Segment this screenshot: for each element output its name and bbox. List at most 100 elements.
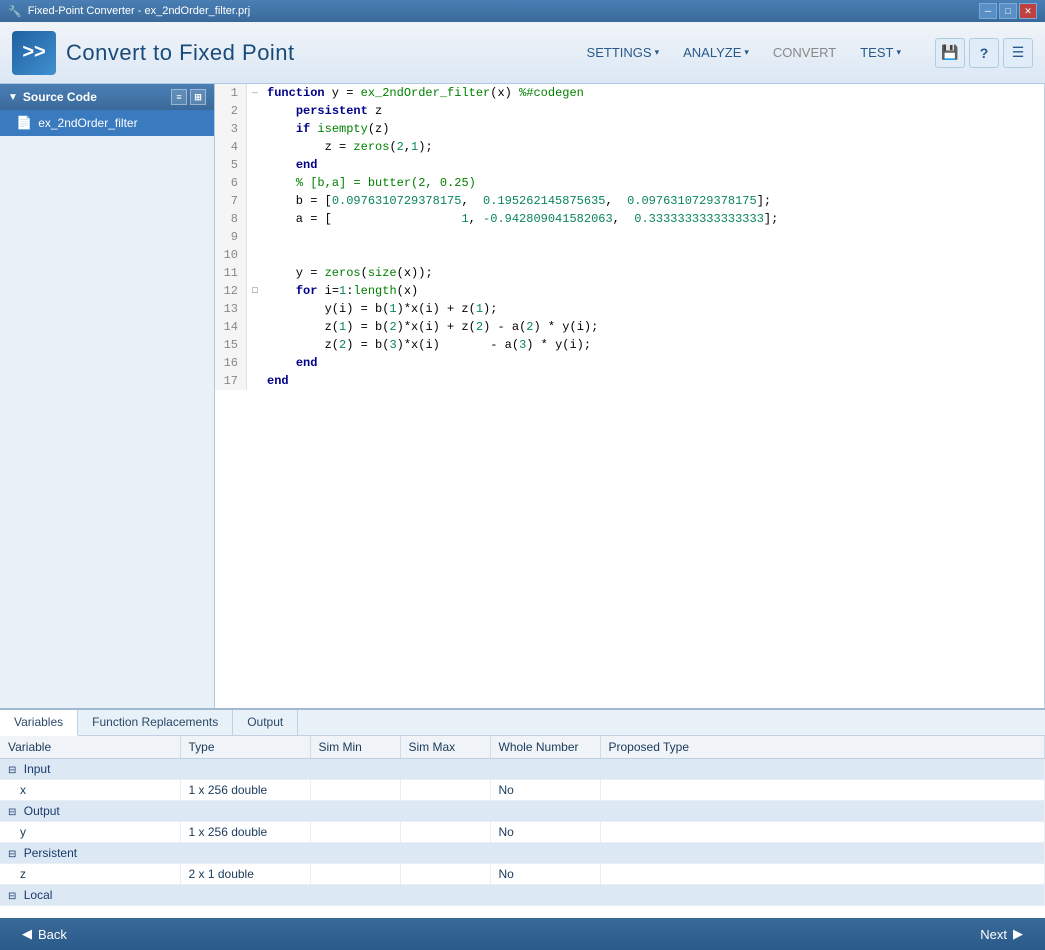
cell-wholenumber-z: No bbox=[490, 864, 600, 885]
line-collapse-5 bbox=[247, 156, 263, 174]
nav-test[interactable]: TEST ▾ bbox=[850, 39, 911, 66]
line-collapse-1: — bbox=[247, 84, 263, 102]
sidebar-item-filter[interactable]: 📄 ex_2ndOrder_filter bbox=[0, 110, 214, 136]
app-icon: 🔧 bbox=[8, 5, 22, 18]
line-collapse-13 bbox=[247, 300, 263, 318]
section-output-label: Output bbox=[24, 804, 60, 818]
line-collapse-6 bbox=[247, 174, 263, 192]
code-line-5: 5 end bbox=[215, 156, 1044, 174]
nav-convert: CONVERT bbox=[763, 39, 846, 66]
help-button[interactable]: ? bbox=[969, 38, 999, 68]
logo-arrows: >> bbox=[22, 41, 45, 64]
line-collapse-8 bbox=[247, 210, 263, 228]
menu-button[interactable]: ☰ bbox=[1003, 38, 1033, 68]
line-num-16: 16 bbox=[215, 354, 247, 372]
col-proposed-type: Proposed Type bbox=[600, 736, 1045, 759]
code-line-17: 17 end bbox=[215, 372, 1044, 390]
save-button[interactable]: 💾 bbox=[935, 38, 965, 68]
cell-var-z: z bbox=[0, 864, 180, 885]
sidebar-list-view-icon[interactable]: ≡ bbox=[171, 89, 187, 105]
cell-wholenumber-y: No bbox=[490, 822, 600, 843]
tab-function-replacements[interactable]: Function Replacements bbox=[78, 710, 233, 735]
tab-output[interactable]: Output bbox=[233, 710, 298, 735]
logo-icon: >> bbox=[12, 31, 56, 75]
cell-proposedtype-z bbox=[600, 864, 1045, 885]
line-collapse-17 bbox=[247, 372, 263, 390]
code-line-4: 4 z = zeros(2,1); bbox=[215, 138, 1044, 156]
nav-settings[interactable]: SETTINGS ▾ bbox=[577, 39, 670, 66]
line-num-15: 15 bbox=[215, 336, 247, 354]
cell-type-y: 1 x 256 double bbox=[180, 822, 310, 843]
title-bar-controls: ─ □ ✕ bbox=[979, 3, 1037, 19]
header: >> Convert to Fixed Point SETTINGS ▾ ANA… bbox=[0, 22, 1045, 84]
variables-table: Variable Type Sim Min Sim Max Whole Numb… bbox=[0, 736, 1045, 906]
close-button[interactable]: ✕ bbox=[1019, 3, 1037, 19]
line-collapse-16 bbox=[247, 354, 263, 372]
col-variable: Variable bbox=[0, 736, 180, 759]
bottom-table-wrap[interactable]: Variable Type Sim Min Sim Max Whole Numb… bbox=[0, 736, 1045, 918]
line-content-5: end bbox=[263, 156, 317, 174]
line-collapse-3 bbox=[247, 120, 263, 138]
line-content-3: if isempty(z) bbox=[263, 120, 389, 138]
line-content-8: a = [ 1, -0.942809041582063, 0.333333333… bbox=[263, 210, 778, 228]
bottom-tabs: Variables Function Replacements Output bbox=[0, 710, 1045, 736]
cell-simmax-z bbox=[400, 864, 490, 885]
nav-analyze[interactable]: ANALYZE ▾ bbox=[673, 39, 759, 66]
line-num-4: 4 bbox=[215, 138, 247, 156]
code-line-13: 13 y(i) = b(1)*x(i) + z(1); bbox=[215, 300, 1044, 318]
sidebar-tree-view-icon[interactable]: ⊞ bbox=[190, 89, 206, 105]
code-line-16: 16 end bbox=[215, 354, 1044, 372]
line-content-11: y = zeros(size(x)); bbox=[263, 264, 433, 282]
cell-simmin-y bbox=[310, 822, 400, 843]
sidebar-title: Source Code bbox=[23, 90, 97, 104]
line-num-2: 2 bbox=[215, 102, 247, 120]
title-bar: 🔧 Fixed-Point Converter - ex_2ndOrder_fi… bbox=[0, 0, 1045, 22]
code-line-1: 1 — function y = ex_2ndOrder_filter(x) %… bbox=[215, 84, 1044, 102]
title-bar-left: 🔧 Fixed-Point Converter - ex_2ndOrder_fi… bbox=[8, 5, 250, 18]
section-persistent: ⊟ Persistent bbox=[0, 843, 1045, 864]
cell-var-y: y bbox=[0, 822, 180, 843]
line-num-3: 3 bbox=[215, 120, 247, 138]
line-num-13: 13 bbox=[215, 300, 247, 318]
file-icon: 📄 bbox=[16, 115, 32, 131]
next-button[interactable]: Next ▶ bbox=[970, 922, 1033, 946]
line-content-17: end bbox=[263, 372, 289, 390]
line-num-17: 17 bbox=[215, 372, 247, 390]
col-sim-max: Sim Max bbox=[400, 736, 490, 759]
cell-proposedtype-y bbox=[600, 822, 1045, 843]
maximize-button[interactable]: □ bbox=[999, 3, 1017, 19]
settings-arrow-icon: ▾ bbox=[655, 47, 660, 58]
section-collapse-icon: ⊟ bbox=[8, 765, 16, 776]
code-editor[interactable]: 1 — function y = ex_2ndOrder_filter(x) %… bbox=[215, 84, 1045, 708]
line-content-9 bbox=[263, 228, 267, 246]
tab-variables[interactable]: Variables bbox=[0, 710, 78, 736]
section-input-label: Input bbox=[24, 762, 51, 776]
section-output-collapse-icon: ⊟ bbox=[8, 807, 16, 818]
line-num-1: 1 bbox=[215, 84, 247, 102]
back-label: Back bbox=[38, 927, 67, 942]
cell-proposedtype-x bbox=[600, 780, 1045, 801]
table-header-row: Variable Type Sim Min Sim Max Whole Numb… bbox=[0, 736, 1045, 759]
line-content-13: y(i) = b(1)*x(i) + z(1); bbox=[263, 300, 497, 318]
line-num-8: 8 bbox=[215, 210, 247, 228]
sidebar-item-label: ex_2ndOrder_filter bbox=[38, 116, 137, 130]
sidebar-header-left: ▼ Source Code bbox=[8, 90, 97, 104]
back-button[interactable]: ◀ Back bbox=[12, 922, 77, 946]
cell-wholenumber-x: No bbox=[490, 780, 600, 801]
line-collapse-10 bbox=[247, 246, 263, 264]
section-persistent-label: Persistent bbox=[24, 846, 77, 860]
line-collapse-12[interactable]: □ bbox=[247, 282, 263, 300]
section-local-collapse-icon: ⊟ bbox=[8, 891, 16, 902]
line-content-15: z(2) = b(3)*x(i) - a(3) * y(i); bbox=[263, 336, 591, 354]
line-collapse-11 bbox=[247, 264, 263, 282]
line-num-5: 5 bbox=[215, 156, 247, 174]
analyze-arrow-icon: ▾ bbox=[744, 47, 749, 58]
header-icons: 💾 ? ☰ bbox=[935, 38, 1033, 68]
minimize-button[interactable]: ─ bbox=[979, 3, 997, 19]
cell-type-z: 2 x 1 double bbox=[180, 864, 310, 885]
cell-simmax-x bbox=[400, 780, 490, 801]
line-content-16: end bbox=[263, 354, 317, 372]
code-line-9: 9 bbox=[215, 228, 1044, 246]
line-num-6: 6 bbox=[215, 174, 247, 192]
code-line-6: 6 % [b,a] = butter(2, 0.25) bbox=[215, 174, 1044, 192]
